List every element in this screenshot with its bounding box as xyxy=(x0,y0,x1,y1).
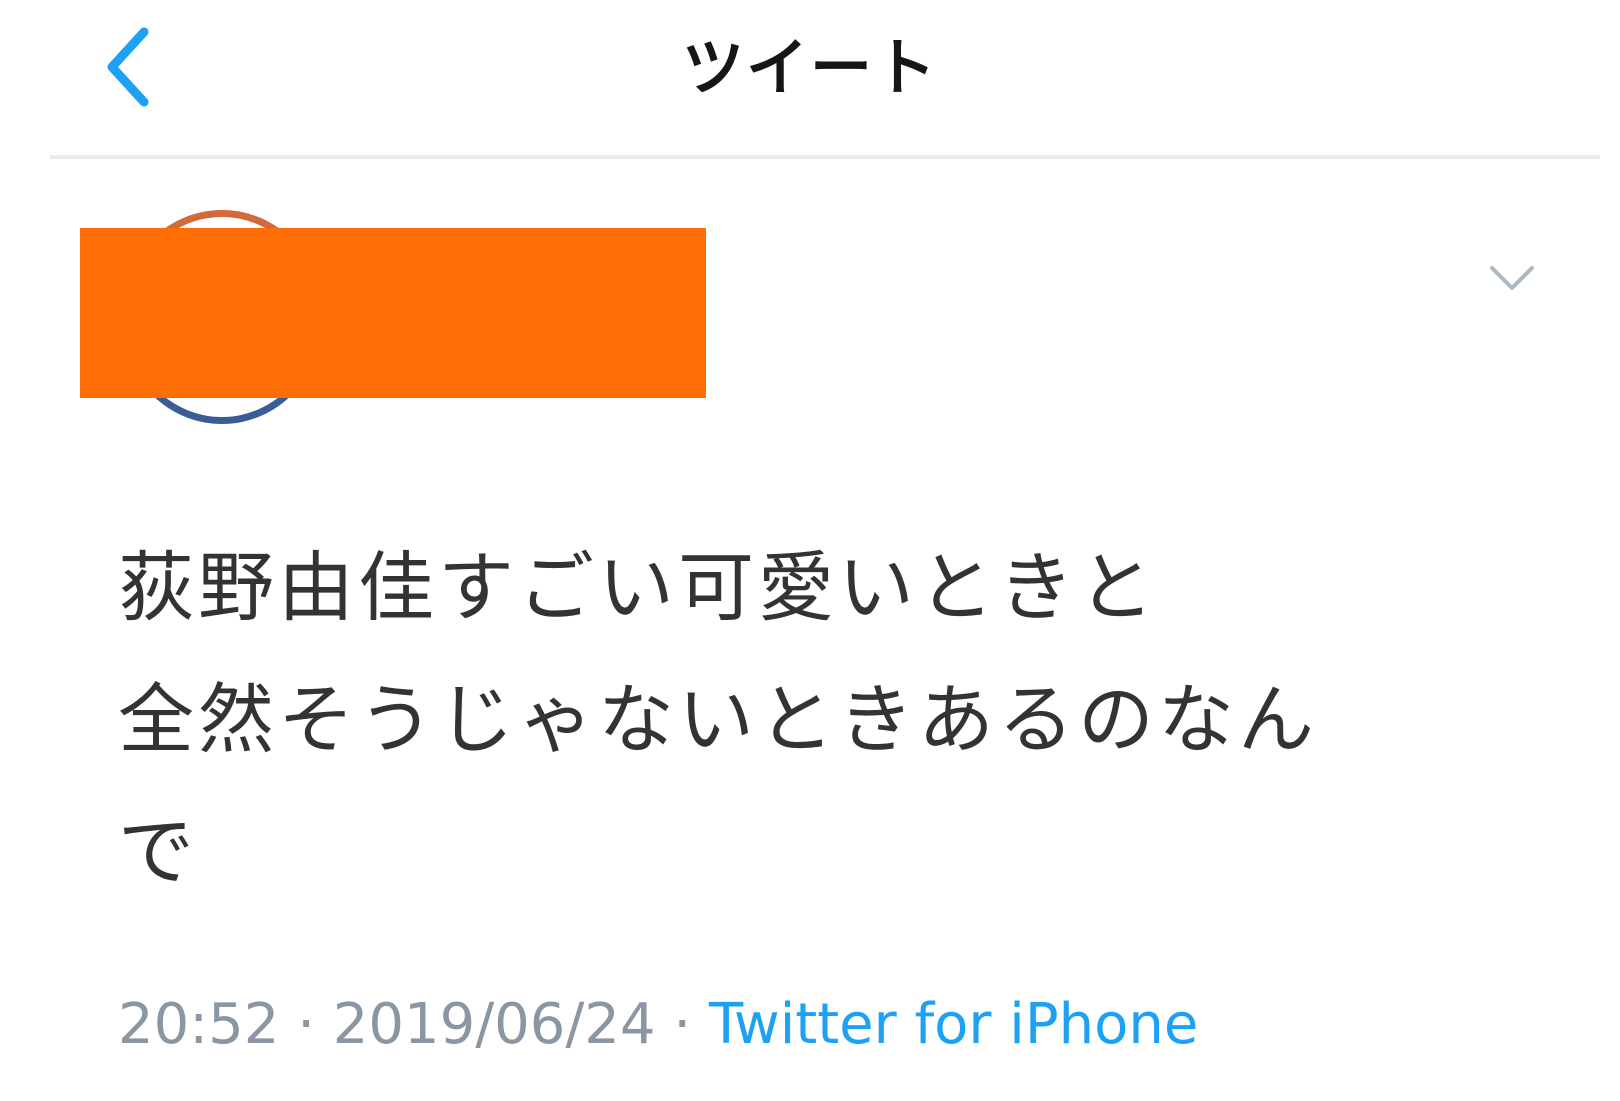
tweet-source-link[interactable]: Twitter for iPhone xyxy=(709,992,1198,1057)
tweet-metadata: 20:52 · 2019/06/24 · Twitter for iPhone xyxy=(118,990,1198,1060)
tweet-menu-button[interactable] xyxy=(1482,252,1542,302)
tweet-date: 2019/06/24 xyxy=(332,992,656,1057)
page-title: ツイート xyxy=(681,31,938,104)
redaction-block xyxy=(80,228,706,398)
meta-separator: · xyxy=(279,992,333,1057)
chevron-down-icon xyxy=(1490,266,1534,290)
meta-separator: · xyxy=(655,992,709,1057)
tweet-author-row xyxy=(0,200,1620,430)
divider xyxy=(50,155,1600,159)
tweet-detail-screen: ツイート 荻野由佳すごい可愛いときと 全然そうじゃないときあるのなん で 20:… xyxy=(0,0,1620,1101)
tweet-time: 20:52 xyxy=(118,992,280,1057)
navigation-bar: ツイート xyxy=(0,0,1620,158)
tweet-text: 荻野由佳すごい可愛いときと 全然そうじゃないときあるのなん で xyxy=(118,543,1318,896)
